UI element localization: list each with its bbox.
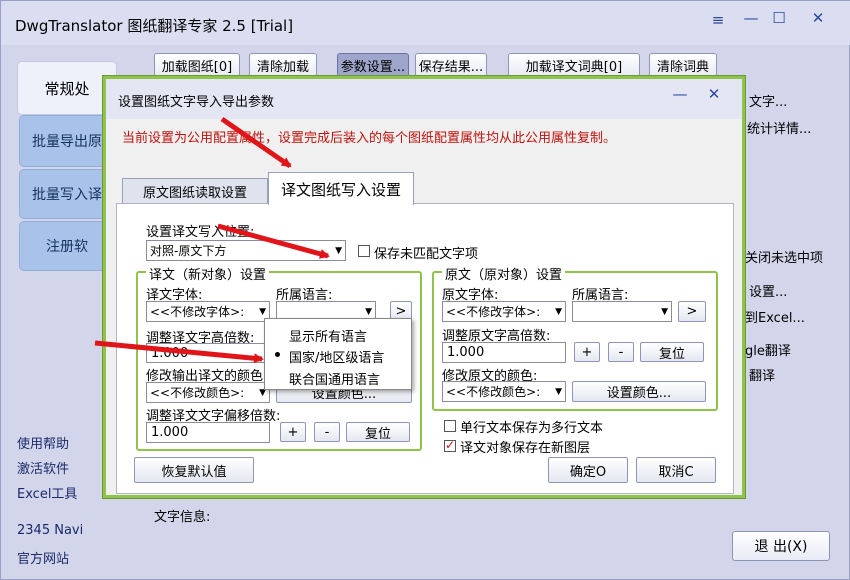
text-info-label: 文字信息: [154,510,211,525]
target-color-select[interactable]: <<不修改颜色>: ▼ [146,382,270,403]
source-color-select[interactable]: <<不修改颜色>: ▼ [442,381,566,402]
multiline-label: 单行文本保存为多行文本 [460,421,604,436]
target-offset-reset-button[interactable]: 复位 [346,422,410,442]
source-lang-button[interactable]: > [678,301,706,322]
load-drawing-button[interactable]: 加载图纸[0] [154,53,240,77]
source-set-color-button[interactable]: 设置颜色... [572,381,706,402]
tab-general[interactable]: 常规处 [17,61,117,115]
settings-dialog: 设置图纸文字导入导出参数 — ✕ 当前设置为公用配置属性，设置完成后装入的每个图… [103,76,745,498]
activate-link[interactable]: 激活软件 [17,458,69,477]
target-offset-input[interactable]: 1.000 [146,422,270,443]
dialog-note: 当前设置为公用配置属性，设置完成后装入的每个图纸配置属性均从此公用属性复制。 [122,131,617,146]
menu-item-all-languages[interactable]: 显示所有语言 [289,326,367,345]
chevron-down-icon: ▼ [555,306,562,317]
target-group-title: 译文（新对象）设置 [146,264,270,283]
source-height-plus-button[interactable]: + [574,342,600,362]
window-title: DwgTranslator 图纸翻译专家 2.5 [Trial] [15,17,294,35]
excel-tools-link[interactable]: Excel工具 [17,483,77,502]
source-height-minus-button[interactable]: - [608,342,634,362]
right-item-text[interactable]: 文字... [749,91,787,110]
tab-batch-write[interactable]: 批量写入译 [19,169,115,219]
tab-source-read[interactable]: 原文图纸读取设置 [122,178,268,204]
right-item-excel[interactable]: 到Excel... [745,307,805,326]
target-height-input[interactable]: 1.000 [146,343,266,363]
close-icon[interactable]: ✕ [806,9,830,27]
tab-target-write[interactable]: 译文图纸写入设置 [268,172,414,205]
clear-dictionary-button[interactable]: 清除词典 [649,53,717,77]
source-height-input[interactable]: 1.000 [442,342,566,363]
menu-icon[interactable]: ≡ [706,11,730,29]
param-settings-button[interactable]: 参数设置... [337,53,409,77]
multiline-checkbox[interactable] [444,420,456,432]
exit-button[interactable]: 退 出(X) [732,531,830,561]
write-position-select[interactable]: 对照-原文下方 ▼ [146,240,346,261]
save-result-button[interactable]: 保存结果... [415,53,487,77]
write-position-value: 对照-原文下方 [150,244,227,258]
ok-button[interactable]: 确定O [548,457,628,483]
right-item-stats[interactable]: 统计详情... [747,118,811,137]
source-font-select[interactable]: <<不修改字体>: ▼ [442,301,566,322]
chevron-down-icon: ▼ [661,306,668,317]
title-bar: DwgTranslator 图纸翻译专家 2.5 [Trial] ≡ — ☐ ✕ [1,1,850,45]
tab-batch-export[interactable]: 批量导出原 [19,115,115,167]
new-layer-checkbox[interactable] [444,438,456,452]
language-menu: 显示所有语言 国家/地区级语言 联合国通用语言 [264,318,412,390]
source-height-reset-button[interactable]: 复位 [640,342,704,362]
save-unmatched-checkbox[interactable] [358,245,370,257]
load-dictionary-button[interactable]: 加载译文词典[0] [508,53,640,77]
dialog-minimize-icon[interactable]: — [668,85,692,103]
maximize-icon[interactable]: ☐ [767,9,791,27]
source-font-value: <<不修改字体>: [446,305,541,319]
chevron-down-icon: ▼ [555,386,562,397]
cancel-button[interactable]: 取消C [636,457,716,483]
right-item-google[interactable]: gle翻译 [745,340,791,359]
right-item-settings[interactable]: 设置... [749,281,787,300]
dialog-title: 设置图纸文字导入导出参数 [118,95,275,110]
tab-register[interactable]: 注册软 [19,221,115,271]
chevron-down-icon: ▼ [365,306,372,317]
minimize-icon[interactable]: — [739,9,763,27]
new-layer-label: 译文对象保存在新图层 [460,441,591,456]
target-font-value: <<不修改字体>: [150,305,245,319]
save-unmatched-label: 保存未匹配文字项 [374,247,479,262]
source-group-title: 原文（原对象）设置 [442,264,566,283]
write-position-label: 设置译文写入位置: [146,225,255,240]
target-color-value: <<不修改颜色>: [150,386,245,400]
help-link[interactable]: 使用帮助 [17,433,69,452]
dialog-close-icon[interactable]: ✕ [702,85,726,103]
chevron-down-icon: ▼ [335,245,342,256]
selected-bullet-icon [275,352,280,357]
menu-item-un-languages[interactable]: 联合国通用语言 [289,369,380,388]
chevron-down-icon: ▼ [259,306,266,317]
dialog-title-bar: 设置图纸文字导入导出参数 — ✕ [106,79,742,119]
website-link[interactable]: 官方网站 [17,548,69,567]
target-offset-plus-button[interactable]: + [280,422,306,442]
clear-load-button[interactable]: 清除加载 [249,53,317,77]
target-offset-minus-button[interactable]: - [314,422,340,442]
right-item-close-unselected[interactable]: 关闭未选中项 [745,247,823,266]
restore-defaults-button[interactable]: 恢复默认值 [134,457,254,483]
source-color-value: <<不修改颜色>: [446,385,541,399]
right-item-translate[interactable]: 翻译 [749,365,775,384]
source-lang-select[interactable]: ▼ [572,301,672,322]
target-font-select[interactable]: <<不修改字体>: ▼ [146,301,270,322]
navi-link[interactable]: 2345 Navi [17,523,83,538]
menu-item-country-languages[interactable]: 国家/地区级语言 [289,347,384,366]
